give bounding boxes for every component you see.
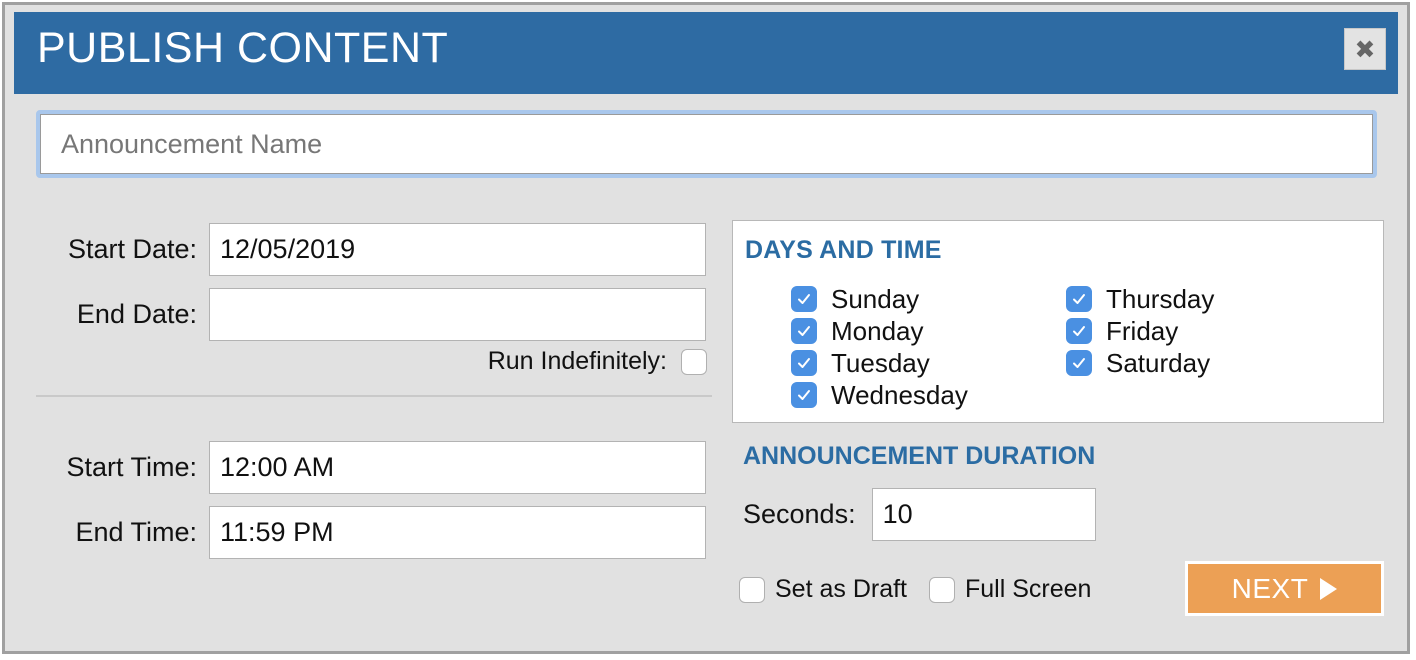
full-screen-option[interactable]: Full Screen [929,575,1091,604]
day-checkbox[interactable] [1066,350,1092,376]
day-label: Friday [1106,316,1178,347]
checkmark-icon [797,292,811,306]
start-time-label: Start Time: [36,452,209,483]
day-checkbox[interactable] [1066,318,1092,344]
close-button[interactable]: ✖ [1344,28,1386,70]
end-time-row: End Time: [36,506,712,559]
set-as-draft-checkbox[interactable] [739,577,765,603]
day-checkbox[interactable] [791,318,817,344]
day-item[interactable]: Saturday [1066,347,1341,379]
seconds-input[interactable] [872,488,1096,541]
end-date-label: End Date: [36,299,209,330]
section-divider [36,395,712,397]
full-screen-label: Full Screen [965,575,1091,604]
checkmark-icon [797,356,811,370]
day-item[interactable]: Sunday [791,283,1066,315]
checkmark-icon [797,324,811,338]
dialog-titlebar: PUBLISH CONTENT ✖ [14,12,1398,94]
dialog-title: PUBLISH CONTENT [37,24,448,73]
day-label: Tuesday [831,348,930,379]
start-date-row: Start Date: [36,223,712,276]
next-button-label: NEXT [1232,573,1309,605]
schedule-column: Start Date: End Date: Run Indefinitely: … [36,205,712,625]
run-indefinitely-label: Run Indefinitely: [488,347,667,376]
play-triangle-icon [1320,578,1337,600]
day-item[interactable]: Wednesday [791,379,1066,411]
day-label: Sunday [831,284,919,315]
announcement-duration-heading: ANNOUNCEMENT DURATION [743,442,1095,471]
run-indefinitely-checkbox[interactable] [681,349,707,375]
day-label: Monday [831,316,924,347]
start-time-row: Start Time: [36,441,712,494]
end-date-row: End Date: [36,288,712,341]
end-time-label: End Time: [36,517,209,548]
day-checkbox[interactable] [791,286,817,312]
end-time-input[interactable] [209,506,706,559]
day-item[interactable]: Monday [791,315,1066,347]
close-icon: ✖ [1355,37,1376,62]
checkmark-icon [797,388,811,402]
announcement-name-input[interactable] [40,114,1373,174]
publish-content-dialog: PUBLISH CONTENT ✖ Start Date: End Date: … [2,2,1410,654]
set-as-draft-option[interactable]: Set as Draft [739,575,907,604]
day-label: Saturday [1106,348,1210,379]
days-column-one: SundayMondayTuesdayWednesday [791,283,1066,411]
days-grid: SundayMondayTuesdayWednesday ThursdayFri… [791,283,1371,411]
seconds-label: Seconds: [743,499,856,530]
days-and-time-panel: DAYS AND TIME SundayMondayTuesdayWednesd… [732,220,1384,423]
start-time-input[interactable] [209,441,706,494]
day-checkbox[interactable] [791,382,817,408]
day-item[interactable]: Thursday [1066,283,1341,315]
checkmark-icon [1072,324,1086,338]
day-label: Wednesday [831,380,968,411]
day-checkbox[interactable] [1066,286,1092,312]
set-as-draft-label: Set as Draft [775,575,907,604]
full-screen-checkbox[interactable] [929,577,955,603]
days-and-time-heading: DAYS AND TIME [745,236,942,265]
announcement-name-field-wrapper [36,110,1377,178]
day-label: Thursday [1106,284,1214,315]
checkmark-icon [1072,356,1086,370]
seconds-row: Seconds: [743,488,1096,541]
run-indefinitely-row: Run Indefinitely: [36,347,712,376]
next-button[interactable]: NEXT [1185,561,1384,616]
day-checkbox[interactable] [791,350,817,376]
start-date-label: Start Date: [36,234,209,265]
publish-options: Set as Draft Full Screen [739,575,1113,604]
checkmark-icon [1072,292,1086,306]
start-date-input[interactable] [209,223,706,276]
day-item[interactable]: Tuesday [791,347,1066,379]
end-date-input[interactable] [209,288,706,341]
days-column-two: ThursdayFridaySaturday [1066,283,1341,411]
day-item[interactable]: Friday [1066,315,1341,347]
